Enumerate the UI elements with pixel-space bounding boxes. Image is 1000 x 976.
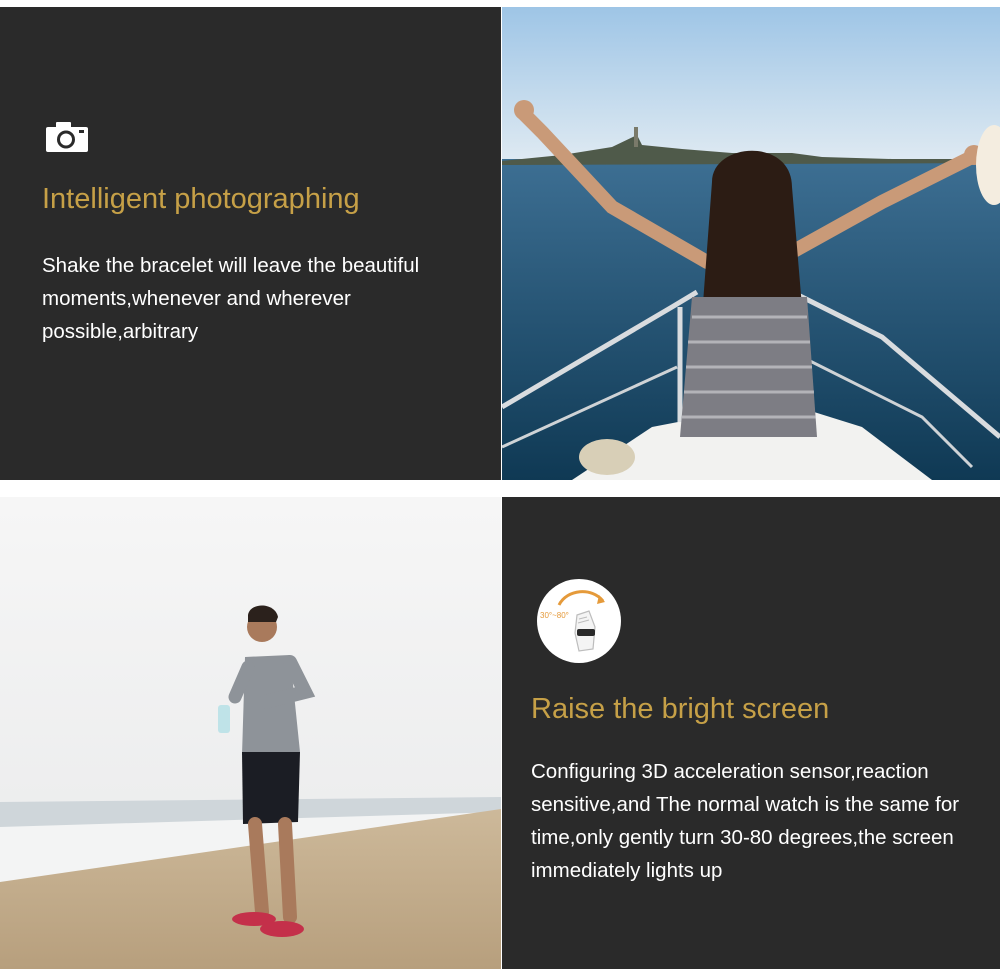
angle-range-label: 30°~80° xyxy=(540,611,569,620)
raise-screen-description: Configuring 3D acceleration sensor,react… xyxy=(531,760,960,882)
photographing-feature-panel: Intelligent photographing Shake the brac… xyxy=(0,7,501,480)
beach-runner-photo xyxy=(0,497,501,969)
photographing-title: Intelligent photographing xyxy=(42,183,360,215)
photographing-description: Shake the bracelet will leave the beauti… xyxy=(42,254,420,343)
beach-photo-illustration xyxy=(0,497,501,969)
raise-screen-title: Raise the bright screen xyxy=(531,693,830,725)
camera-icon xyxy=(46,122,88,152)
boat-photo xyxy=(502,7,1000,480)
raise-wrist-icon: 30°~80° xyxy=(537,579,621,663)
raise-screen-feature-panel: 30°~80° Raise the bright screen Configur… xyxy=(502,497,1000,969)
boat-photo-illustration xyxy=(502,7,1000,480)
